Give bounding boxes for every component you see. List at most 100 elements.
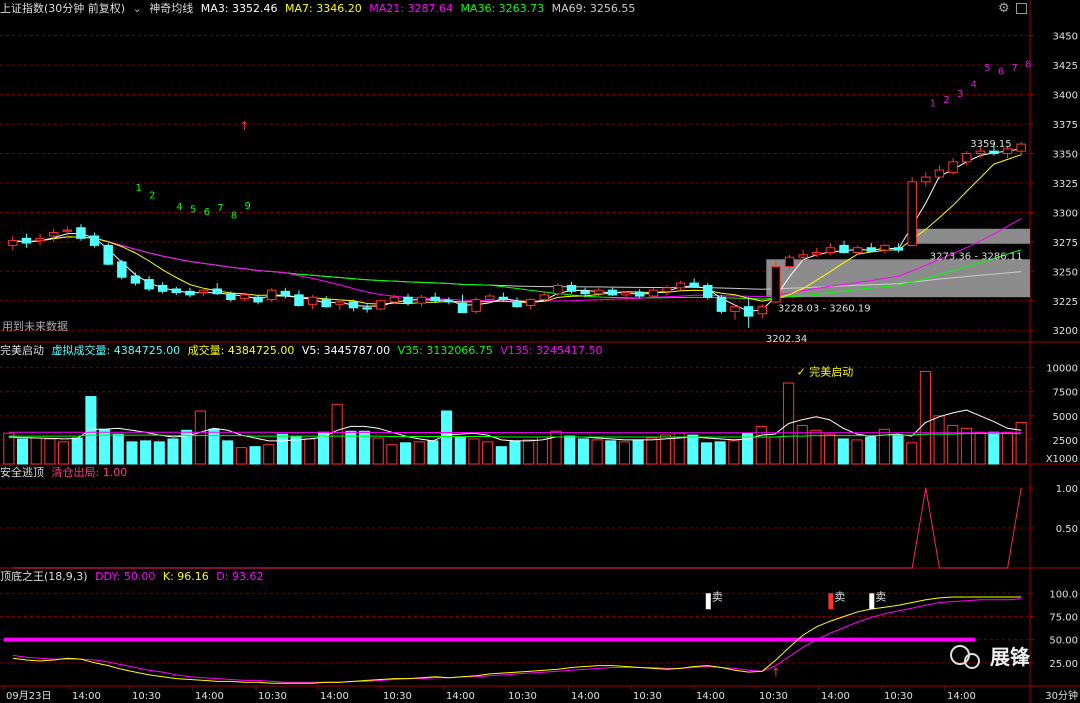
- candle-body: [348, 301, 359, 309]
- box2-annotation: 3273.36 - 3286.11: [930, 252, 1023, 263]
- candle-body: [525, 299, 536, 306]
- volume-bar: [618, 441, 631, 465]
- wechat-icon: [950, 645, 970, 665]
- price-tick-label: 3250: [1053, 267, 1078, 278]
- low-annotation: 3202.34: [766, 334, 807, 345]
- volume-bar: [85, 396, 97, 465]
- volume-bar: [591, 439, 603, 465]
- volume-tick-label: 10000: [1046, 364, 1078, 375]
- kdj-tick-label: 50.00: [1049, 636, 1078, 647]
- volume-bar: [112, 433, 124, 465]
- price-tick-label: 3325: [1053, 179, 1078, 190]
- volume-bar: [126, 441, 138, 465]
- volume-bar: [536, 436, 548, 465]
- time-label: 14:00: [320, 691, 349, 702]
- candle-body: [607, 289, 618, 296]
- volume-bar: [700, 442, 713, 465]
- volume-bar: [386, 444, 398, 465]
- candle-body: [76, 227, 86, 239]
- sell-marker-1: [828, 593, 834, 610]
- escape-tick-label: 1.00: [1056, 484, 1078, 495]
- zone-box-1: [916, 228, 1030, 244]
- candle-body: [730, 306, 740, 312]
- candle-body: [416, 296, 427, 304]
- candle-body: [403, 296, 413, 304]
- volume-bar: [974, 431, 986, 465]
- signal-label: ✓ 完美启动: [797, 364, 854, 378]
- volume-bar: [837, 438, 849, 465]
- volume-v35-line: [8, 433, 1022, 438]
- candle-body: [907, 181, 917, 246]
- volume-bar: [194, 410, 206, 465]
- volume-bar: [331, 403, 343, 465]
- candle-body: [784, 256, 795, 268]
- volume-bar: [892, 434, 904, 465]
- candle-body: [253, 296, 263, 303]
- time-label: 14:00: [821, 691, 850, 702]
- candle-body: [198, 289, 209, 294]
- volume-tick-label: 5000: [1053, 412, 1078, 423]
- time-label: 09月23日: [6, 690, 51, 702]
- candle-body: [485, 295, 495, 301]
- sell-marker-0: [705, 593, 711, 610]
- volume-bar: [577, 438, 589, 465]
- time-label: 14:00: [195, 691, 224, 702]
- time-label: 14:00: [947, 691, 976, 702]
- candle-body: [212, 288, 222, 295]
- candle-body: [335, 301, 345, 305]
- candle-body: [144, 279, 154, 290]
- volume-bar: [564, 435, 576, 465]
- price-tick-label: 3375: [1053, 120, 1078, 131]
- kdj-up-arrow-icon: ↑: [771, 666, 781, 680]
- volume-bar: [523, 439, 535, 465]
- volume-bar: [71, 437, 83, 465]
- volume-bar: [208, 428, 220, 465]
- candle-body: [934, 169, 945, 178]
- candle-body: [825, 247, 836, 253]
- volume-bar: [57, 441, 70, 465]
- candle-body: [457, 302, 468, 314]
- volume-bar: [714, 441, 726, 465]
- candle-body: [35, 237, 45, 242]
- candle-body: [880, 244, 890, 251]
- candle-body: [130, 275, 141, 284]
- candle-body: [812, 251, 822, 256]
- candle-body: [989, 150, 999, 154]
- volume-bar: [372, 437, 384, 465]
- time-label: 10:30: [508, 691, 537, 702]
- candle-body: [103, 244, 113, 265]
- high-annotation: 3359.15: [970, 139, 1011, 150]
- sell-marker-2: [869, 593, 875, 610]
- candle-body: [157, 284, 168, 292]
- chart-stage: 上证指数(30分钟 前复权) ⌄ 神奇均线 MA3: 3352.46 MA7: …: [0, 0, 1080, 703]
- candle-body: [580, 290, 590, 295]
- up-arrow-icon: ↑: [239, 119, 249, 133]
- candle-body: [634, 292, 645, 297]
- candle-body: [1016, 143, 1026, 152]
- kdj-tick-label: 100.0: [1049, 589, 1078, 600]
- price-tick-label: 3275: [1053, 238, 1078, 249]
- candle-body: [594, 289, 604, 295]
- time-label: 10:30: [258, 691, 287, 702]
- time-label: 14:00: [72, 691, 101, 702]
- volume-v5-line: [8, 409, 1022, 442]
- candle-body: [703, 284, 713, 298]
- candle-body: [376, 300, 386, 310]
- volume-bar: [263, 444, 275, 465]
- candle-body: [321, 299, 331, 308]
- volume-bar: [796, 424, 808, 465]
- candle-body: [798, 254, 808, 258]
- candle-body: [852, 247, 863, 253]
- count-label-green: 1: [135, 183, 141, 194]
- candle-body: [866, 247, 877, 252]
- volume-bar: [468, 438, 480, 465]
- candle-body: [675, 282, 686, 289]
- count-label-green: 7: [217, 203, 223, 214]
- volume-tick-label: 2500: [1053, 436, 1078, 447]
- volume-bar: [906, 442, 918, 465]
- count-label-purple: 5: [984, 63, 990, 74]
- sell-label: 卖: [834, 591, 845, 604]
- price-tick-label: 3350: [1053, 149, 1078, 160]
- candle-body: [294, 294, 304, 306]
- volume-bar: [632, 439, 644, 465]
